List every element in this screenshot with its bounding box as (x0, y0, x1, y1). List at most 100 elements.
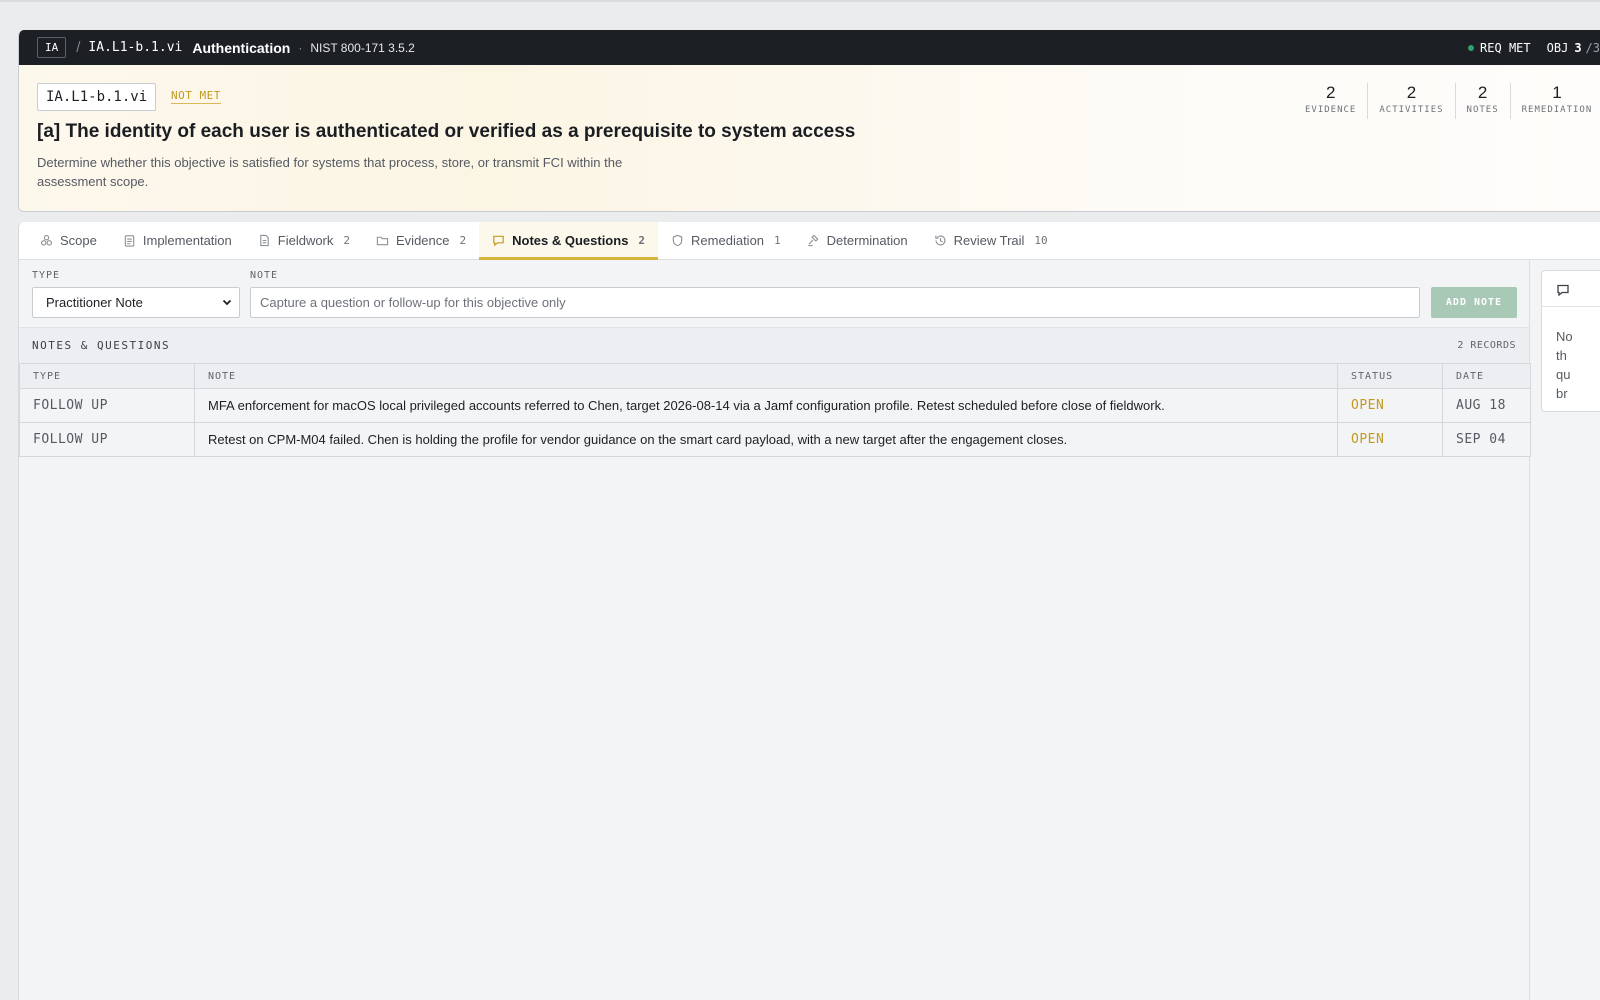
tab-review-trail[interactable]: Review Trail 10 (921, 222, 1061, 259)
objective-tabs: Scope Implementation Fieldwork 2 Evidenc… (19, 222, 1600, 260)
chevron-down-icon (222, 299, 232, 306)
section-title: NOTES & QUESTIONS (32, 339, 171, 352)
tab-label: Determination (826, 233, 908, 248)
side-panel-line: No (1556, 329, 1573, 344)
tab-count: 10 (1034, 234, 1048, 247)
note-type-value: Practitioner Note (46, 295, 143, 310)
tab-evidence[interactable]: Evidence 2 (363, 222, 479, 259)
tab-determination[interactable]: Determination (794, 222, 921, 259)
tab-fieldwork[interactable]: Fieldwork 2 (245, 222, 363, 259)
stat-evidence: 2 EVIDENCE (1305, 83, 1369, 119)
records-count: 2 RECORDS (1457, 340, 1516, 351)
scope-icon (41, 235, 52, 246)
nist-reference: NIST 800-171 3.5.2 (310, 40, 415, 55)
tab-label: Fieldwork (277, 233, 334, 248)
tab-label: Remediation (691, 233, 765, 248)
shield-icon (672, 234, 683, 247)
page-title: [a] The identity of each user is authent… (37, 121, 856, 142)
objective-stats: 2 EVIDENCE 2 ACTIVITIES 2 NOTES 1 REMEDI… (1305, 83, 1600, 119)
objective-header-card: IA / IA.L1-b.1.vi Authentication · NIST … (18, 30, 1600, 212)
folder-icon (376, 236, 389, 246)
notes-table: TYPE NOTE STATUS DATE FOLLOW UP MFA enfo… (19, 363, 1531, 457)
objective-header-bar: IA / IA.L1-b.1.vi Authentication · NIST … (19, 30, 1600, 65)
history-icon (934, 235, 946, 246)
status-badge: NOT MET (171, 89, 221, 104)
column-header-status[interactable]: STATUS (1337, 363, 1443, 389)
objective-status-summary: REQ MET OBJ 3 /3 (1468, 30, 1600, 65)
chat-icon (1557, 284, 1569, 297)
family-tag[interactable]: IA (37, 37, 67, 58)
table-row[interactable]: FOLLOW UP Retest on CPM-M04 failed. Chen… (19, 422, 1531, 457)
column-header-note[interactable]: NOTE (194, 363, 1338, 389)
status-dot-icon (1468, 44, 1475, 51)
tab-implementation[interactable]: Implementation (110, 222, 245, 259)
objective-summary: IA.L1-b.1.vi NOT MET [a] The identity of… (19, 65, 1600, 211)
note-field-label: NOTE (250, 270, 279, 281)
tab-label: Evidence (396, 233, 450, 248)
stat-remediation: 1 REMEDIATION (1511, 83, 1600, 119)
side-panel-line: qu (1556, 367, 1571, 382)
tab-count: 2 (343, 234, 351, 247)
side-panel-divider (1542, 306, 1600, 307)
tab-label: Scope (60, 233, 97, 248)
stat-label: NOTES (1466, 105, 1499, 115)
stat-value: 2 (1406, 83, 1417, 102)
stat-label: REMEDIATION (1521, 105, 1593, 115)
objective-description: Determine whether this objective is sati… (37, 155, 623, 189)
stat-value: 2 (1325, 83, 1336, 102)
document-icon (259, 234, 269, 247)
column-header-type[interactable]: TYPE (19, 363, 195, 389)
note-status: OPEN (1337, 422, 1443, 457)
add-note-form: TYPE Practitioner Note NOTE ADD NOTE (19, 260, 1529, 327)
breadcrumb-family-title: Authentication (192, 39, 291, 56)
tab-scope[interactable]: Scope (27, 222, 110, 259)
objective-code-badge: IA.L1-b.1.vi (37, 83, 157, 111)
stat-label: ACTIVITIES (1379, 105, 1444, 115)
chat-icon (493, 235, 504, 247)
note-date: AUG 18 (1442, 388, 1531, 423)
gavel-icon (808, 234, 819, 247)
note-text: Retest on CPM-M04 failed. Chen is holdin… (194, 422, 1338, 457)
clipboard-icon (124, 235, 135, 247)
stat-activities: 2 ACTIVITIES (1368, 83, 1456, 119)
note-input[interactable] (250, 287, 1420, 318)
side-panel-line: br (1556, 386, 1568, 401)
add-note-button[interactable]: ADD NOTE (1431, 287, 1517, 318)
tab-label: Review Trail (953, 233, 1025, 248)
column-header-date[interactable]: DATE (1442, 363, 1531, 389)
tab-label: Implementation (142, 233, 232, 248)
objective-counter-current: 3 (1574, 40, 1582, 55)
note-status: OPEN (1337, 388, 1443, 423)
breadcrumb-dot: · (298, 40, 303, 55)
requirement-status: REQ MET (1480, 40, 1531, 55)
stat-value: 2 (1477, 83, 1488, 102)
breadcrumb-objective-code: IA.L1-b.1.vi (88, 40, 183, 55)
tab-notes-questions[interactable]: Notes & Questions 2 (479, 222, 659, 260)
type-field-label: TYPE (32, 270, 61, 281)
breadcrumb-separator: / (76, 39, 81, 56)
stat-notes: 2 NOTES (1456, 83, 1511, 119)
tab-count: 1 (774, 234, 781, 247)
note-text: MFA enforcement for macOS local privileg… (194, 388, 1338, 423)
stat-value: 1 (1552, 83, 1562, 102)
window-top-border (0, 0, 1600, 2)
notes-side-panel: No th qu br (1541, 270, 1600, 412)
note-date: SEP 04 (1442, 422, 1531, 457)
objective-counter-total: /3 (1585, 40, 1600, 55)
tab-label: Notes & Questions (512, 233, 629, 248)
note-type: FOLLOW UP (19, 422, 195, 457)
stat-label: EVIDENCE (1305, 105, 1357, 115)
table-row[interactable]: FOLLOW UP MFA enforcement for macOS loca… (19, 388, 1531, 423)
notes-section-header: NOTES & QUESTIONS 2 RECORDS (19, 327, 1529, 363)
side-panel-line: th (1556, 348, 1567, 363)
note-type-select[interactable]: Practitioner Note (32, 287, 240, 318)
notes-main-area: TYPE Practitioner Note NOTE ADD NOTE NOT… (19, 260, 1531, 1000)
side-panel-text: No th qu br (1556, 327, 1573, 403)
tab-remediation[interactable]: Remediation 1 (658, 222, 794, 259)
table-header-row: TYPE NOTE STATUS DATE (19, 363, 1531, 389)
note-type: FOLLOW UP (19, 388, 195, 423)
objective-counter-label: OBJ (1546, 40, 1569, 55)
tab-count: 2 (459, 234, 467, 247)
objective-workspace: Scope Implementation Fieldwork 2 Evidenc… (18, 222, 1600, 1000)
tab-count: 2 (638, 234, 646, 247)
